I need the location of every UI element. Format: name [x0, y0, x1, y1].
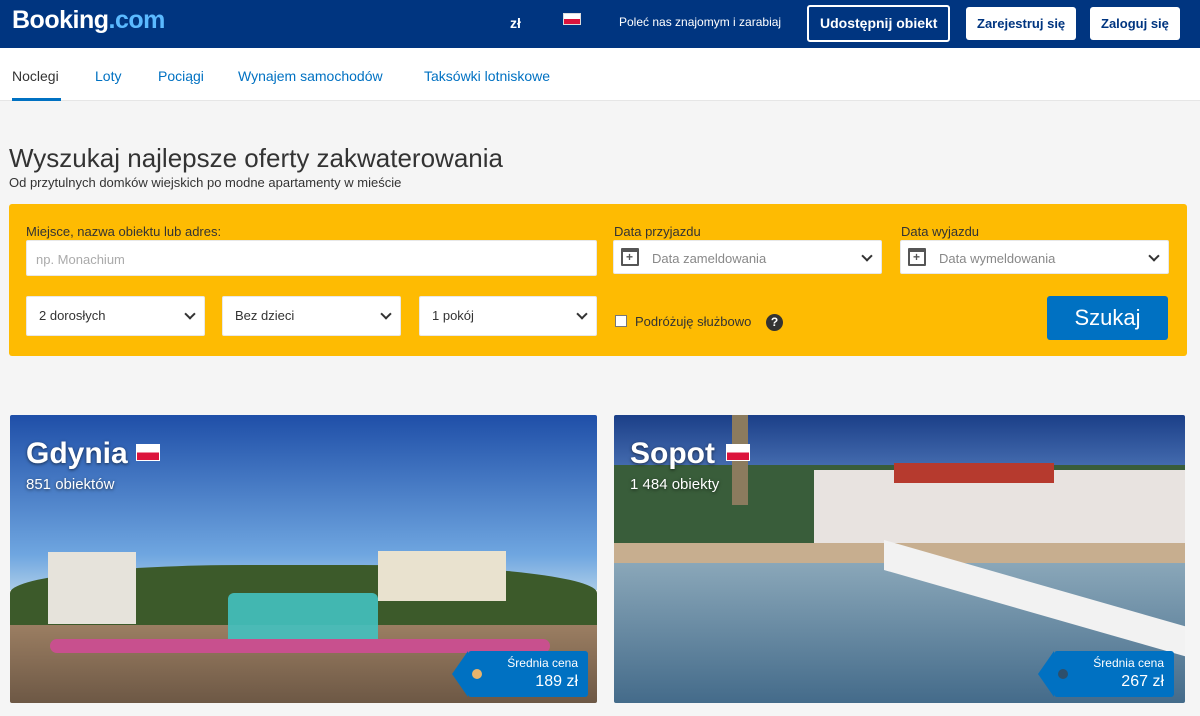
checkout-date-field[interactable]: Data wymeldowania — [900, 240, 1169, 274]
gdynia-photo-building — [48, 552, 136, 624]
product-nav: Noclegi Loty Pociągi Wynajem samochodów … — [0, 48, 1200, 101]
children-value: Bez dzieci — [235, 308, 295, 323]
booking-logo[interactable]: Booking.com — [12, 6, 165, 35]
chevron-down-icon — [576, 308, 588, 320]
calendar-icon — [621, 248, 639, 266]
checkout-label: Data wyjazdu — [901, 224, 980, 239]
destination-label: Miejsce, nazwa obiektu lub adres: — [26, 224, 222, 239]
list-property-button[interactable]: Udostępnij obiekt — [807, 5, 951, 42]
chevron-down-icon — [1148, 250, 1160, 262]
register-button[interactable]: Zarejestruj się — [966, 7, 1077, 40]
tab-car-rental[interactable]: Wynajem samochodów — [238, 68, 383, 84]
business-travel-checkbox[interactable] — [615, 315, 627, 327]
top-header: Booking.com zł Poleć nas znajomym i zara… — [0, 0, 1200, 48]
tab-stays[interactable]: Noclegi — [12, 68, 59, 84]
active-tab-indicator — [12, 98, 61, 101]
calendar-icon — [908, 248, 926, 266]
tag-hole-icon — [472, 669, 482, 679]
gdynia-photo-building — [378, 551, 506, 601]
refer-friend-link[interactable]: Poleć nas znajomym i zarabiaj — [619, 15, 781, 29]
average-price-tag: Średnia cena 189 zł — [452, 651, 588, 697]
chevron-down-icon — [184, 308, 196, 320]
average-price-label: Średnia cena — [1093, 656, 1164, 670]
sopot-photo-roof — [894, 463, 1054, 483]
tab-trains[interactable]: Pociągi — [158, 68, 204, 84]
average-price-value: 189 zł — [535, 673, 578, 690]
checkin-label: Data przyjazdu — [614, 224, 701, 239]
tab-airport-taxis[interactable]: Taksówki lotniskowe — [424, 68, 550, 84]
average-price-label: Średnia cena — [507, 656, 578, 670]
destination-input[interactable]: np. Monachium — [26, 240, 597, 276]
checkin-placeholder: Data zameldowania — [652, 251, 767, 266]
destination-card-sopot[interactable]: Sopot 1 484 obiekty Średnia cena 267 zł — [614, 415, 1185, 703]
page-title: Wyszukaj najlepsze oferty zakwaterowania — [9, 143, 503, 173]
property-count: 1 484 obiekty — [630, 476, 720, 493]
children-select[interactable]: Bez dzieci — [222, 296, 401, 336]
language-flag-icon[interactable] — [563, 13, 581, 25]
search-button[interactable]: Szukaj — [1047, 296, 1168, 340]
property-count: 851 obiektów — [26, 476, 115, 493]
average-price-tag: Średnia cena 267 zł — [1038, 651, 1174, 697]
checkin-date-field[interactable]: Data zameldowania — [613, 240, 882, 274]
rooms-value: 1 pokój — [432, 308, 474, 323]
currency-selector[interactable]: zł — [510, 15, 521, 31]
chevron-down-icon — [380, 308, 392, 320]
adults-value: 2 dorosłych — [39, 308, 106, 323]
adults-select[interactable]: 2 dorosłych — [26, 296, 205, 336]
business-travel-label[interactable]: Podróżuję służbowo — [635, 314, 751, 329]
tab-flights[interactable]: Loty — [95, 68, 121, 84]
page-subtitle: Od przytulnych domków wiejskich po modne… — [9, 175, 402, 190]
destination-card-gdynia[interactable]: Gdynia 851 obiektów Średnia cena 189 zł — [10, 415, 597, 703]
help-icon[interactable]: ? — [766, 314, 783, 331]
gdynia-photo-fountain — [228, 593, 378, 641]
destination-name: Sopot — [630, 437, 715, 470]
destination-placeholder: np. Monachium — [36, 252, 125, 267]
rooms-select[interactable]: 1 pokój — [419, 296, 597, 336]
poland-flag-icon — [726, 444, 750, 461]
checkout-placeholder: Data wymeldowania — [939, 251, 1056, 266]
destination-name: Gdynia — [26, 437, 128, 470]
average-price-value: 267 zł — [1121, 673, 1164, 690]
chevron-down-icon — [861, 250, 873, 262]
poland-flag-icon — [136, 444, 160, 461]
login-button[interactable]: Zaloguj się — [1090, 7, 1180, 40]
tag-hole-icon — [1058, 669, 1068, 679]
